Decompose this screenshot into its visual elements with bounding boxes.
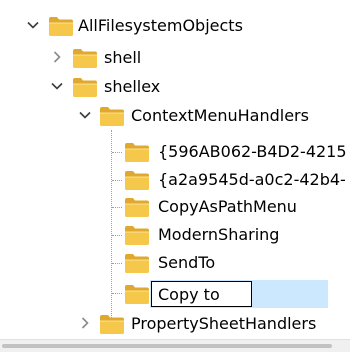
folder-icon bbox=[99, 105, 125, 127]
tree-item-shellex[interactable]: shellex bbox=[0, 73, 350, 101]
tree-item-allfilesystemobjects[interactable]: AllFilesystemObjects bbox=[0, 12, 350, 40]
horizontal-scrollbar[interactable] bbox=[0, 339, 350, 352]
scrollbar-thumb[interactable] bbox=[2, 344, 332, 348]
tree-item-shell[interactable]: shell bbox=[0, 44, 350, 72]
folder-icon bbox=[124, 196, 150, 218]
tree-item-label: CopyAsPathMenu bbox=[158, 197, 297, 216]
folder-icon bbox=[72, 76, 98, 98]
tree-connector bbox=[112, 293, 122, 294]
tree-item-label: AllFilesystemObjects bbox=[78, 16, 243, 35]
tree-item-label: ContextMenuHandlers bbox=[131, 106, 309, 125]
folder-icon bbox=[124, 169, 150, 191]
rename-edit-box[interactable] bbox=[151, 281, 257, 307]
tree-item-modernsharing[interactable]: ModernSharing bbox=[0, 221, 350, 249]
tree-item-label: ModernSharing bbox=[158, 225, 280, 244]
chevron-down-icon[interactable] bbox=[26, 18, 40, 32]
tree-item-label: {596AB062-B4D2-4215 bbox=[158, 142, 347, 161]
tree-item-sendto[interactable]: SendTo bbox=[0, 249, 350, 277]
folder-icon bbox=[48, 15, 74, 37]
folder-icon bbox=[124, 252, 150, 274]
tree-item-label: SendTo bbox=[158, 253, 216, 272]
tree-item-label: {a2a9545d-a0c2-42b4- bbox=[158, 170, 346, 189]
tree-item-clsid-a2a9545d[interactable]: {a2a9545d-a0c2-42b4- bbox=[0, 166, 350, 194]
tree-item-propertysheethandlers[interactable]: PropertySheetHandlers bbox=[0, 310, 350, 338]
folder-icon bbox=[124, 224, 150, 246]
tree-item-label: shell bbox=[104, 48, 142, 67]
chevron-right-icon[interactable] bbox=[50, 50, 64, 64]
folder-icon bbox=[124, 283, 150, 305]
folder-icon bbox=[99, 313, 125, 335]
tree-item-contextmenuhandlers[interactable]: ContextMenuHandlers bbox=[0, 102, 350, 130]
rename-input[interactable] bbox=[152, 282, 257, 306]
chevron-down-icon[interactable] bbox=[78, 108, 92, 122]
chevron-right-icon[interactable] bbox=[78, 316, 92, 330]
tree-item-clsid-596ab062[interactable]: {596AB062-B4D2-4215 bbox=[0, 138, 350, 166]
folder-icon bbox=[124, 141, 150, 163]
tree-item-label: shellex bbox=[104, 77, 161, 96]
tree-item-copyaspathmenu[interactable]: CopyAsPathMenu bbox=[0, 193, 350, 221]
registry-tree-view[interactable]: AllFilesystemObjects shell shellex Conte… bbox=[0, 0, 350, 352]
chevron-down-icon[interactable] bbox=[50, 79, 64, 93]
tree-item-label: PropertySheetHandlers bbox=[131, 314, 317, 333]
folder-icon bbox=[72, 47, 98, 69]
